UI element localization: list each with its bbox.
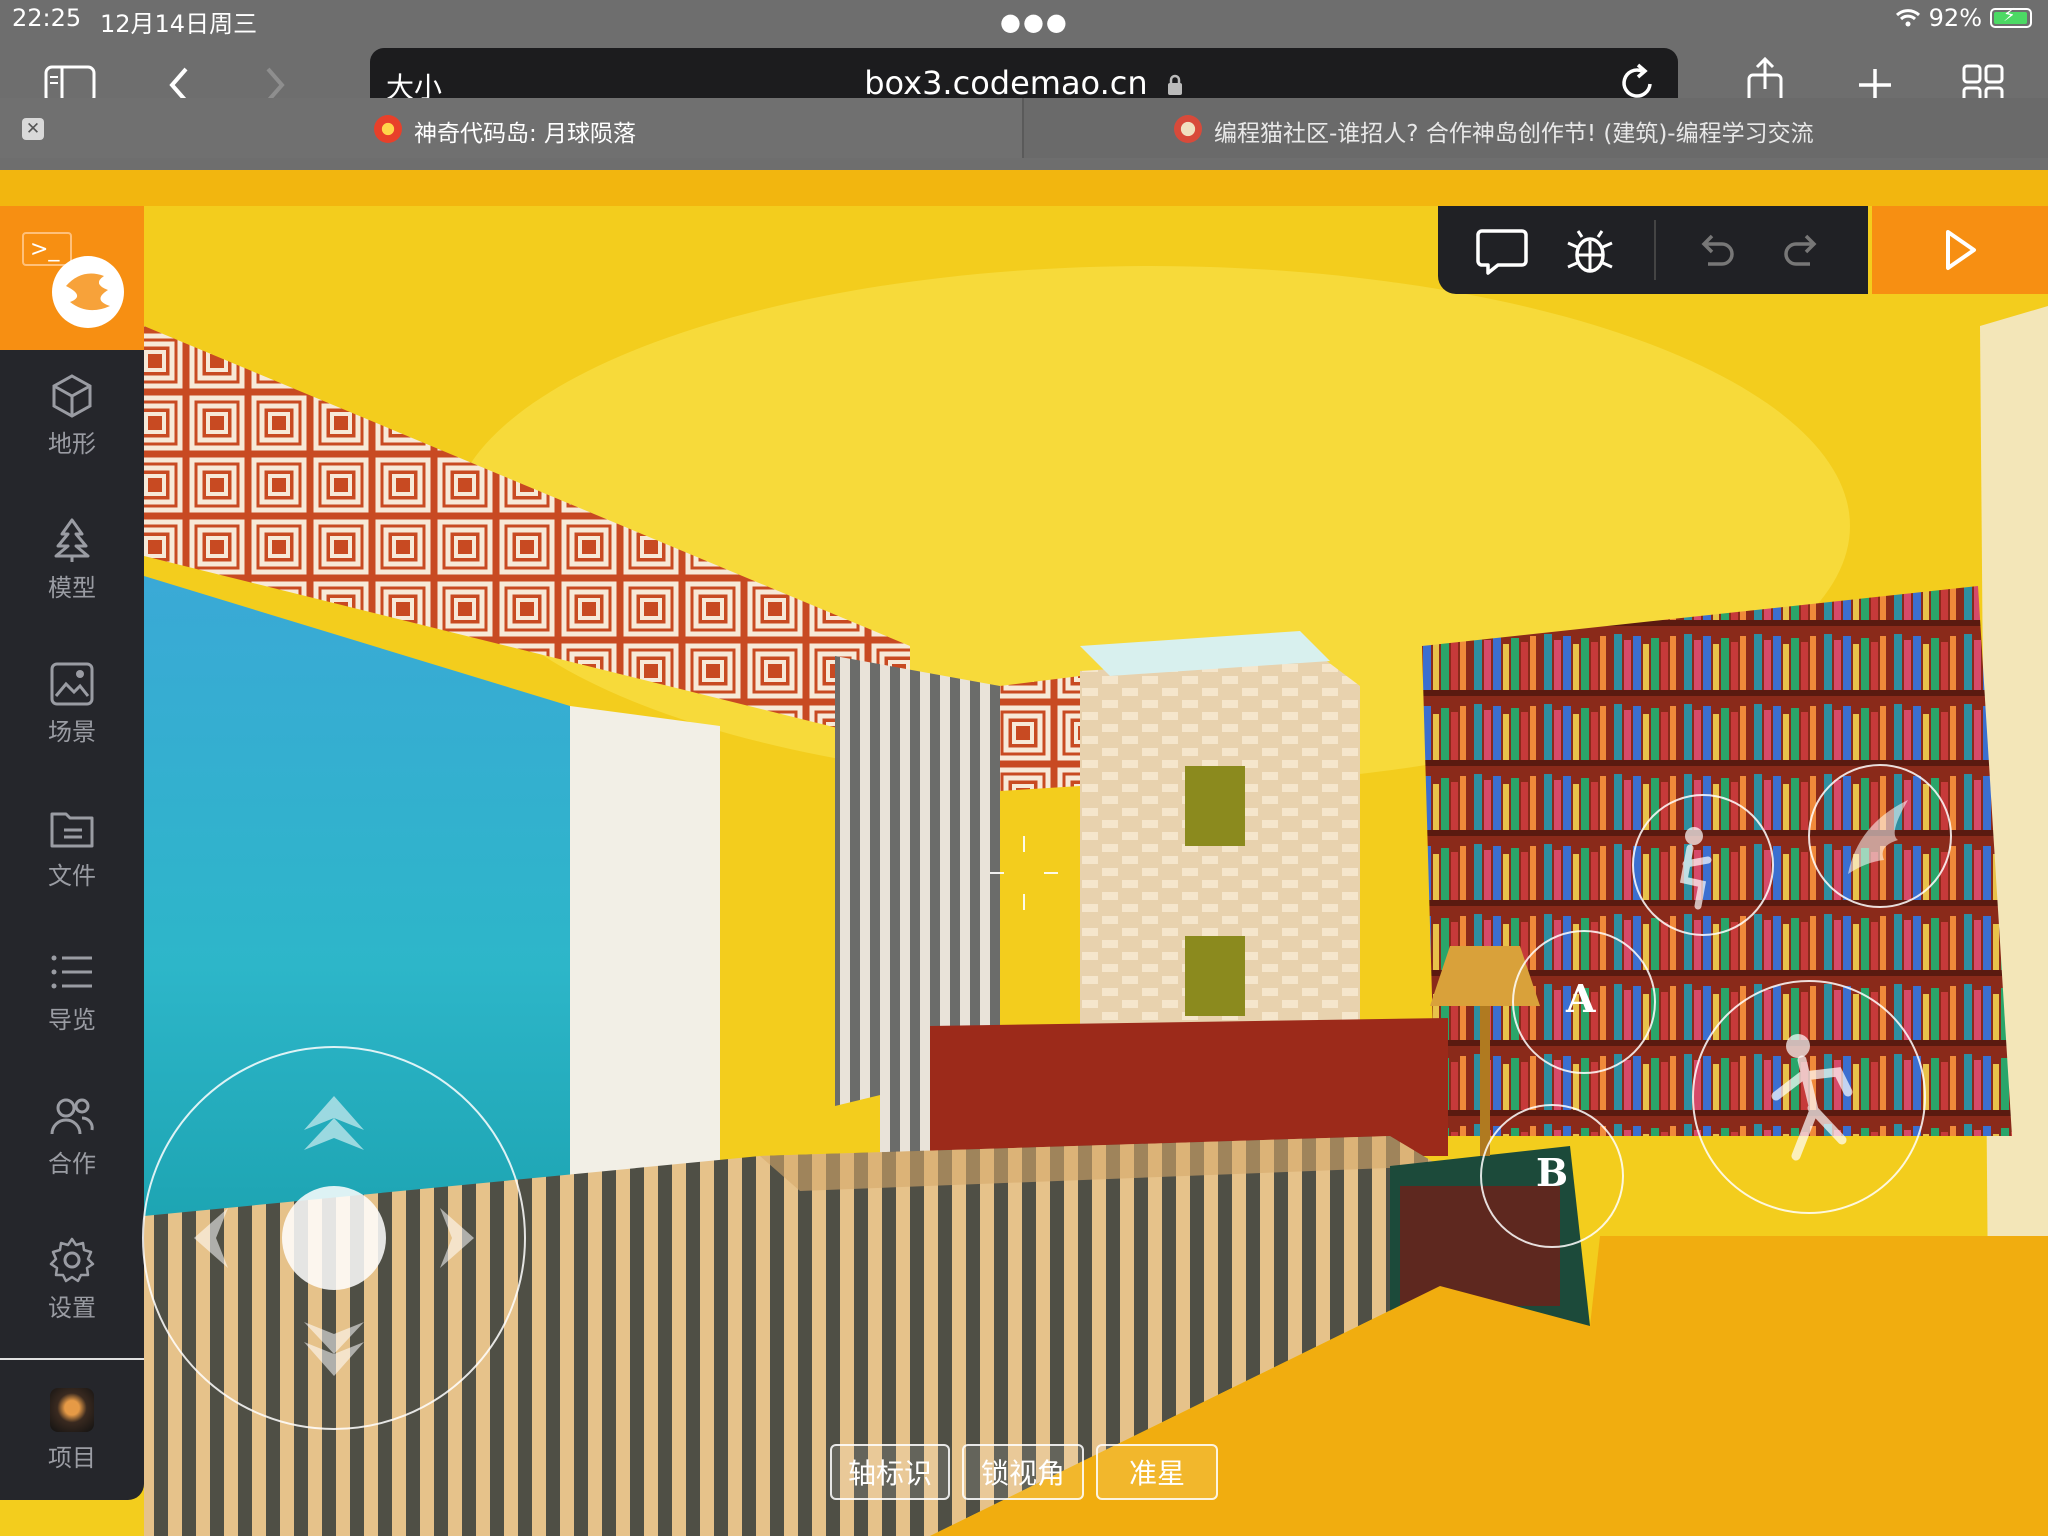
sidebar-item-label: 合作 — [48, 1150, 96, 1178]
url-display[interactable]: box3.codemao.cn — [370, 64, 1678, 102]
status-right: 92% ⚡ — [1895, 4, 2032, 32]
sidebar-item-label: 模型 — [48, 574, 96, 602]
sidebar-item-scene[interactable]: 场景 — [0, 650, 144, 770]
battery-icon: ⚡ — [1990, 5, 2032, 28]
tab-favicon-icon — [374, 115, 402, 143]
undo-icon[interactable] — [1688, 224, 1744, 280]
multitasking-dots-icon[interactable]: ●●● — [1000, 8, 1069, 36]
lock-view-toggle-button[interactable]: 锁视角 — [962, 1444, 1084, 1500]
redo-icon[interactable] — [1774, 224, 1830, 280]
running-figure-icon — [1771, 1034, 1853, 1161]
image-icon — [50, 662, 94, 706]
action-a-button[interactable]: A — [1512, 930, 1656, 1074]
wing-icon — [1848, 800, 1908, 874]
sidebar-item-guide[interactable]: 导览 — [0, 938, 144, 1058]
movement-joystick[interactable] — [142, 1046, 526, 1430]
gear-icon — [49, 1237, 95, 1283]
date: 12月14日周三 — [100, 10, 258, 38]
tab-favicon-icon — [1174, 115, 1202, 143]
crosshair-toggle-button[interactable]: 准星 — [1096, 1444, 1218, 1500]
editor-toolbar — [1438, 206, 1868, 294]
cube-icon — [52, 374, 92, 418]
tree-icon — [54, 518, 90, 562]
folder-icon — [50, 812, 94, 848]
logo-block[interactable]: >_ — [0, 206, 144, 350]
sidebar-item-label: 导览 — [48, 1006, 96, 1034]
action-b-button[interactable]: B — [1480, 1104, 1624, 1248]
run-button[interactable] — [1872, 206, 2048, 294]
tab-bar: ✕ 神奇代码岛: 月球陨落 编程猫社区-谁招人? 合作神岛创作节! (建筑)-编… — [0, 98, 2048, 158]
sidebar-item-label: 场景 — [48, 718, 96, 746]
action-b-label: B — [1536, 1150, 1569, 1195]
crouch-figure-icon — [1679, 827, 1712, 910]
wifi-icon — [1895, 9, 1920, 27]
sidebar-item-files[interactable]: 文件 — [0, 794, 144, 914]
sidebar-item-label: 文件 — [48, 862, 96, 890]
fly-button[interactable] — [1808, 764, 1952, 908]
sidebar-item-settings[interactable]: 设置 — [0, 1226, 144, 1346]
tab-title: 神奇代码岛: 月球陨落 — [414, 121, 637, 147]
toolbar-separator — [1654, 220, 1656, 280]
sidebar-item-collaborate[interactable]: 合作 — [0, 1082, 144, 1202]
clock: 22:25 — [12, 4, 82, 32]
sidebar-item-terrain[interactable]: 地形 — [0, 362, 144, 482]
sidebar-item-model[interactable]: 模型 — [0, 506, 144, 626]
crouch-button[interactable] — [1632, 794, 1774, 936]
action-a-label: A — [1566, 976, 1596, 1021]
battery-percent: 92% — [1928, 4, 1982, 32]
sidebar-divider — [0, 1358, 144, 1360]
chat-icon[interactable] — [1474, 224, 1530, 280]
play-icon — [1946, 230, 1976, 270]
sidebar-item-project[interactable]: 项目 — [0, 1366, 144, 1486]
url-text: box3.codemao.cn — [864, 64, 1148, 102]
tab-title: 编程猫社区-谁招人? 合作神岛创作节! (建筑)-编程学习交流 — [1214, 121, 1814, 147]
close-tab-icon[interactable]: ✕ — [22, 118, 44, 140]
tab-inactive[interactable]: 编程猫社区-谁招人? 合作神岛创作节! (建筑)-编程学习交流 — [1024, 98, 2048, 158]
sidebar-item-label: 地形 — [48, 430, 96, 458]
users-icon — [50, 1098, 94, 1135]
jump-button[interactable] — [1692, 980, 1926, 1214]
editor-sidebar: >_ 地形 模型 场景 文件 导览 合作 设置 项目 — [0, 206, 144, 1500]
sidebar-item-label: 项目 — [48, 1444, 96, 1472]
app-logo — [52, 256, 124, 328]
project-avatar — [50, 1388, 94, 1432]
lock-icon — [1167, 74, 1182, 95]
tab-active[interactable]: ✕ 神奇代码岛: 月球陨落 — [0, 98, 1024, 158]
status-bar: 22:25 12月14日周三 ●●● 92% ⚡ — [0, 0, 2048, 40]
joystick-thumb[interactable] — [282, 1186, 386, 1290]
list-icon — [51, 955, 92, 989]
debug-bug-icon[interactable] — [1562, 224, 1618, 280]
sidebar-item-label: 设置 — [48, 1294, 96, 1322]
axis-toggle-button[interactable]: 轴标识 — [830, 1444, 950, 1500]
